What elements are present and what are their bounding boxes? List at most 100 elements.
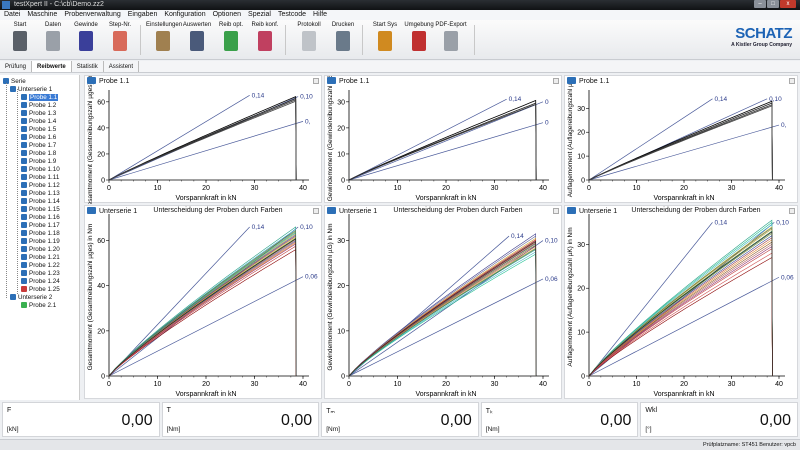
node-label: Probe 1.19 [29, 238, 60, 245]
tree-line [6, 83, 7, 298]
tree-node-probe[interactable]: Probe 1.4 [21, 118, 56, 126]
tree-node-probe[interactable]: Probe 1.22 [21, 262, 60, 270]
x-tick-label: 10 [394, 381, 402, 388]
node-label: Probe 1.4 [29, 118, 57, 125]
tree-node-probe[interactable]: Probe 1.3 [21, 110, 56, 118]
reference-line-label: 0,10 [776, 219, 789, 226]
chart-options-button[interactable] [553, 78, 559, 84]
chart-svg: 0 10 20 30 40 0 10 20 30 Vorspannkraft in kN Aufla… [567, 77, 787, 202]
reference-line-label: 0,14 [252, 92, 265, 99]
node-label: Probe 1.24 [29, 278, 60, 285]
node-label: Probe 1.3 [29, 110, 57, 117]
toolbar-button-umgebung[interactable]: Umgebung [402, 22, 436, 51]
series-curve-7 [588, 235, 773, 377]
printer-icon [336, 31, 350, 51]
tree-node-unterserie[interactable]: Unterserie 2 [10, 294, 52, 302]
chart-options-button[interactable] [553, 208, 559, 214]
toolbar-button-pdf-export[interactable]: PDF-Export [434, 22, 468, 51]
tree-node-probe[interactable]: Probe 1.9 [21, 158, 56, 166]
tree-node-probe[interactable]: Probe 1.12 [21, 182, 60, 190]
reference-line-label: 0,14 [715, 96, 728, 103]
sample-icon [21, 142, 27, 148]
y-tick-label: 40 [97, 283, 105, 290]
chart-title: Probe 1.1 [327, 77, 369, 85]
x-tick-label: 10 [394, 185, 402, 192]
close-button[interactable]: x [780, 0, 796, 8]
menu-probenverwaltung[interactable]: Probenverwaltung [64, 10, 120, 20]
reference-line-label: 0,06 [305, 274, 318, 281]
y-axis-label: Auflagemoment (Auflagereibungszahl µK) [567, 77, 574, 197]
toolbar-button-auswerten[interactable]: Auswerten [180, 22, 214, 51]
tree-node-probe[interactable]: Probe 1.24 [21, 278, 60, 286]
menu-maschine[interactable]: Maschine [27, 10, 57, 20]
toolbar-button-drucken[interactable]: Drucken [326, 22, 360, 51]
tree-node-probe[interactable]: Probe 1.10 [21, 166, 60, 174]
tree-node-probe[interactable]: Probe 1.16 [21, 214, 60, 222]
tree-node-probe[interactable]: Probe 1.15 [21, 206, 60, 214]
tree-node-probe[interactable]: Probe 1.21 [21, 254, 60, 262]
maximize-button[interactable]: □ [767, 0, 779, 8]
menu-hilfe[interactable]: Hilfe [313, 10, 327, 20]
tab-reibwerte[interactable]: Reibwerte [32, 61, 72, 72]
tree-node-probe[interactable]: Probe 1.7 [21, 142, 56, 150]
tree-node-probe[interactable]: Probe 2.1 [21, 302, 56, 310]
tree-node-probe[interactable]: Probe 1.6 [21, 134, 56, 142]
x-tick-label: 30 [251, 185, 259, 192]
tree-node-probe[interactable]: Probe 1.14 [21, 198, 60, 206]
tree-node-probe[interactable]: Probe 1.11 [21, 174, 59, 182]
tree-node-probe[interactable]: Probe 1.2 [21, 102, 56, 110]
y-axis-label: Gewindemoment (Gewindereibungszahl µG) i… [327, 223, 334, 370]
chart-options-button[interactable] [313, 208, 319, 214]
toolbar-button-step-nr-[interactable]: Step-Nr. [103, 22, 137, 51]
series-curve-9 [108, 240, 297, 377]
tree-node-probe[interactable]: Probe 1.1 [21, 94, 59, 102]
tab-assistent[interactable]: Assistent [104, 61, 140, 72]
toolbar-button-einstellungen[interactable]: Einstellungen [146, 22, 182, 51]
sample-icon [21, 150, 27, 156]
toolbar-button-gewinde[interactable]: Gewinde [69, 22, 103, 51]
menu-konfiguration[interactable]: Konfiguration [164, 10, 205, 20]
sample-tree: Serie Unterserie 1 Probe 1.1 Probe 1.2 Probe… [0, 75, 80, 400]
reference-line-label: 0,06 [545, 276, 558, 283]
chart-svg: 0 10 20 30 40 0 10 20 30 Vorspannkraft in kN Aufla… [567, 214, 794, 398]
tab-bar: Prüfung Reibwerte Statistik Assistent [0, 61, 800, 73]
y-tick-label: 0 [101, 178, 105, 185]
toolbar-button-start[interactable]: Start [3, 22, 37, 51]
tree-node-probe[interactable]: Probe 1.17 [21, 222, 60, 230]
chart-options-button[interactable] [313, 78, 319, 84]
tree-node-probe[interactable]: Probe 1.5 [21, 126, 56, 134]
toolbar-button-reib-opt-[interactable]: Reib opt. [214, 22, 248, 51]
readout-label: Tₘ [326, 408, 335, 415]
toolbar-button-reib-konf-[interactable]: Reib konf. [248, 22, 282, 51]
chart-options-button[interactable] [789, 78, 795, 84]
toolbar-button-start-sys[interactable]: Start Sys [368, 22, 402, 51]
tree-node-probe[interactable]: Probe 1.20 [21, 246, 60, 254]
reference-line-label: 0,10 [300, 224, 313, 231]
tree-node-probe[interactable]: Probe 1.25 [21, 286, 60, 294]
x-tick-label: 30 [491, 381, 499, 388]
toolbar-button-daten[interactable]: Daten [36, 22, 70, 51]
title-bar: testXpert II - C:\cb\Demo.zz2 – □ x [0, 0, 800, 10]
sample-icon [21, 126, 27, 132]
tree-node-probe[interactable]: Probe 1.19 [21, 238, 60, 246]
tree-node-probe[interactable]: Probe 1.23 [21, 270, 60, 278]
tab-statistik[interactable]: Statistik [72, 61, 104, 72]
menu-datei[interactable]: Datei [4, 10, 20, 20]
readout-value: 0,00 [440, 412, 472, 429]
tree-node-probe[interactable]: Probe 1.8 [21, 150, 56, 158]
menu-optionen[interactable]: Optionen [213, 10, 241, 20]
toolbar-button-protokoll[interactable]: Protokoll [292, 22, 326, 51]
chart-options-button[interactable] [789, 208, 795, 214]
x-tick-label: 0 [347, 185, 351, 192]
tree-node-probe[interactable]: Probe 1.13 [21, 190, 60, 198]
tab-prüfung[interactable]: Prüfung [0, 61, 33, 72]
menu-eingaben[interactable]: Eingaben [128, 10, 158, 20]
menu-testcode[interactable]: Testcode [278, 10, 306, 20]
reference-line-0 [348, 98, 507, 181]
x-tick-label: 30 [728, 381, 736, 388]
minimize-button[interactable]: – [754, 0, 766, 8]
node-label: Probe 1.15 [29, 206, 60, 213]
reference-line-2 [348, 278, 544, 377]
menu-spezial[interactable]: Spezial [248, 10, 271, 20]
tree-node-probe[interactable]: Probe 1.18 [21, 230, 60, 238]
